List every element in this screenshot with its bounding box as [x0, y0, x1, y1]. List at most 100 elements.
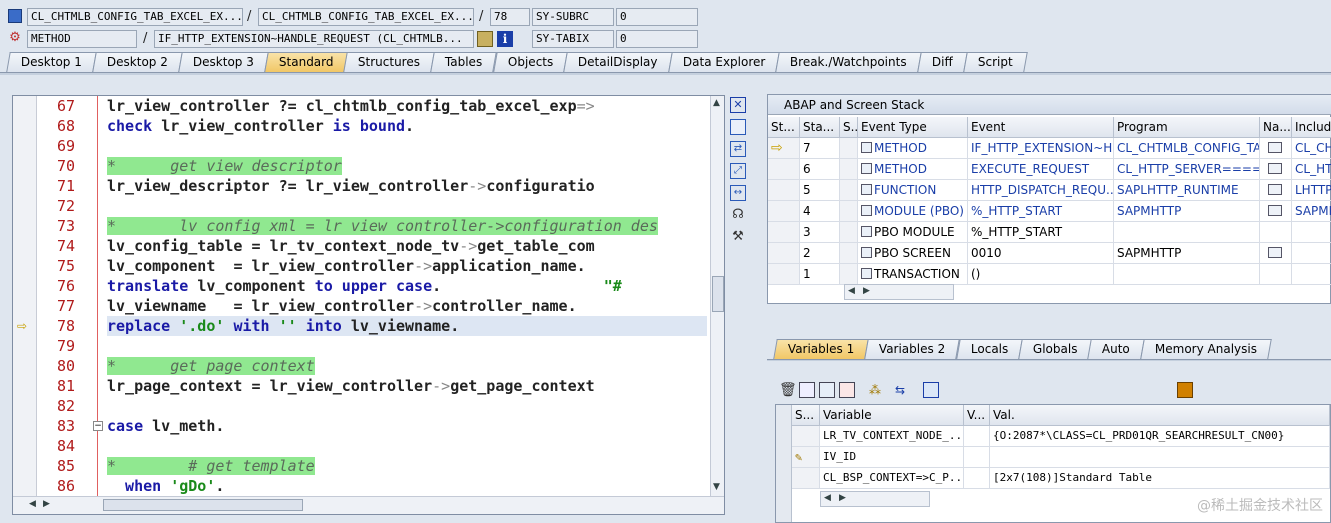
code-line[interactable]: 75 lv_component = lr_view_controller->app… — [13, 256, 724, 276]
code-line[interactable]: 80 * get page context — [13, 356, 724, 376]
vars-hscroll[interactable]: ◀ ▶ — [820, 491, 930, 507]
vars-col-header[interactable]: Val. — [990, 405, 1330, 426]
stack-cell[interactable]: 1 — [800, 264, 840, 285]
stack-cell[interactable] — [768, 159, 800, 180]
stack-cell[interactable] — [768, 201, 800, 222]
stack-cell[interactable] — [1292, 243, 1331, 264]
scroll-left-icon[interactable]: ◀ — [848, 286, 855, 296]
editor-horizontal-scrollbar[interactable]: ◀ ▶ — [13, 496, 724, 514]
stack-cell[interactable]: SAPLHTTP_RUNTIME — [1114, 180, 1260, 201]
vars-col-header[interactable]: Variable — [820, 405, 964, 426]
sysfield-name-2[interactable]: SY-TABIX — [532, 30, 614, 48]
scroll-right-icon[interactable]: ▶ — [839, 493, 846, 503]
export-icon[interactable] — [839, 382, 855, 398]
code-line[interactable]: 78 replace '.do' with '' into lv_viewname… — [57, 316, 707, 336]
code-line[interactable]: 73 * lv config xml = lr view controller->… — [13, 216, 724, 236]
vars-cell[interactable] — [964, 468, 990, 489]
stack-cell[interactable] — [840, 264, 858, 285]
vtab-auto[interactable]: Auto — [1087, 339, 1146, 359]
stack-cell[interactable] — [840, 180, 858, 201]
stack-cell[interactable]: EXECUTE_REQUEST — [968, 159, 1114, 180]
code-line[interactable]: 81 lr_page_context = lr_view_controller->… — [13, 376, 724, 396]
hscroll-thumb[interactable] — [103, 499, 303, 511]
stack-cell[interactable]: SAPMH — [1292, 201, 1331, 222]
source-editor[interactable]: 67 lr_view_controller ?= cl_chtmlb_config… — [12, 95, 725, 515]
save-icon[interactable] — [1177, 382, 1193, 398]
stack-cell[interactable]: 6 — [800, 159, 840, 180]
stack-cell[interactable] — [1292, 264, 1331, 285]
stack-cell[interactable] — [768, 222, 800, 243]
code-line[interactable]: 85 * # get template — [13, 456, 724, 476]
stack-cell[interactable] — [1114, 222, 1260, 243]
sysfield-name-1[interactable]: SY-SUBRC — [532, 8, 614, 26]
swap-tool-icon[interactable]: ⇄ — [730, 141, 746, 157]
stack-col-header[interactable]: Event — [968, 117, 1114, 138]
code-line[interactable]: 76 translate lv_component to upper case. … — [13, 276, 724, 296]
vars-cell[interactable] — [792, 468, 820, 489]
code-line[interactable]: 82 — [13, 396, 724, 416]
vtab-locals[interactable]: Locals — [955, 339, 1023, 359]
sysfield-value-2[interactable]: 0 — [616, 30, 698, 48]
include-field[interactable]: CL_CHTMLB_CONFIG_TAB_EXCEL_EX... — [258, 8, 474, 26]
code-line[interactable]: 77 lv_viewname = lr_view_controller->cont… — [13, 296, 724, 316]
vars-cell[interactable]: LR_TV_CONTEXT_NODE_... — [820, 426, 964, 447]
collapse-icon[interactable]: − — [93, 421, 103, 431]
code-line[interactable]: 84 — [13, 436, 724, 456]
stack-cell[interactable] — [768, 243, 800, 264]
resize-icon[interactable]: ↔ — [730, 185, 746, 201]
tab-script[interactable]: Script — [962, 52, 1028, 72]
stack-cell[interactable] — [840, 159, 858, 180]
info-icon[interactable]: i — [497, 31, 513, 47]
tab-diff[interactable]: Diff — [917, 52, 968, 72]
vtab-variables-1[interactable]: Variables 1 — [773, 339, 870, 359]
code-line[interactable]: 70 * get view descriptor — [13, 156, 724, 176]
vars-cell[interactable]: ✎ — [792, 447, 820, 468]
vars-cell[interactable]: [2x7(108)]Standard Table — [990, 468, 1330, 489]
stack-cell[interactable]: %_HTTP_START — [968, 201, 1114, 222]
tab-desktop-2[interactable]: Desktop 2 — [92, 52, 183, 72]
navigate-icon[interactable]: ⇆ — [895, 382, 911, 398]
tab-desktop-3[interactable]: Desktop 3 — [178, 52, 269, 72]
vars-cell[interactable] — [990, 447, 1330, 468]
stack-cell[interactable]: 3 — [800, 222, 840, 243]
tab-detaildisplay[interactable]: DetailDisplay — [563, 52, 673, 72]
display-object-icon[interactable] — [477, 31, 493, 47]
stack-cell[interactable] — [1292, 222, 1331, 243]
vars-col-header[interactable]: V... — [964, 405, 990, 426]
vars-cell[interactable] — [964, 447, 990, 468]
program-field[interactable]: CL_CHTMLB_CONFIG_TAB_EXCEL_EX... — [27, 8, 243, 26]
stack-cell[interactable]: HTTP_DISPATCH_REQU... — [968, 180, 1114, 201]
stack-cell[interactable]: PBO SCREEN — [858, 243, 968, 264]
code-line[interactable]: 69 — [13, 136, 724, 156]
vtab-globals[interactable]: Globals — [1018, 339, 1093, 359]
stack-cell[interactable] — [1114, 264, 1260, 285]
code-line[interactable]: 72 — [13, 196, 724, 216]
code-line[interactable]: 67 lr_view_controller ?= cl_chtmlb_config… — [13, 96, 724, 116]
code-line[interactable]: 79 — [13, 336, 724, 356]
stack-cell[interactable]: MODULE (PBO) — [858, 201, 968, 222]
scroll-thumb[interactable] — [712, 276, 724, 312]
tab-structures[interactable]: Structures — [343, 52, 436, 72]
stack-cell[interactable] — [1260, 264, 1292, 285]
stack-cell[interactable] — [1260, 138, 1292, 159]
stack-cell[interactable]: 2 — [800, 243, 840, 264]
hierarchy-icon[interactable]: ⁂ — [869, 382, 885, 398]
vars-cell[interactable]: IV_ID — [820, 447, 964, 468]
stack-cell[interactable] — [1260, 243, 1292, 264]
stack-cell[interactable]: 5 — [800, 180, 840, 201]
tab-standard[interactable]: Standard — [264, 52, 349, 72]
stack-cell[interactable]: METHOD — [858, 138, 968, 159]
stack-cell[interactable]: CL_CHTMLB_CONFIG_TA... — [1114, 138, 1260, 159]
stack-cell[interactable] — [840, 222, 858, 243]
stack-col-header[interactable]: S... — [840, 117, 858, 138]
stack-cell[interactable] — [840, 138, 858, 159]
stack-cell[interactable]: CL_CHT — [1292, 138, 1331, 159]
stack-cell[interactable] — [1260, 159, 1292, 180]
stack-cell[interactable] — [768, 264, 800, 285]
vars-cell[interactable] — [792, 426, 820, 447]
stack-cell[interactable] — [1260, 222, 1292, 243]
stack-cell[interactable] — [768, 180, 800, 201]
scroll-left-icon[interactable]: ◀ — [824, 493, 831, 503]
stack-cell[interactable] — [840, 201, 858, 222]
vars-col-header[interactable]: S... — [792, 405, 820, 426]
